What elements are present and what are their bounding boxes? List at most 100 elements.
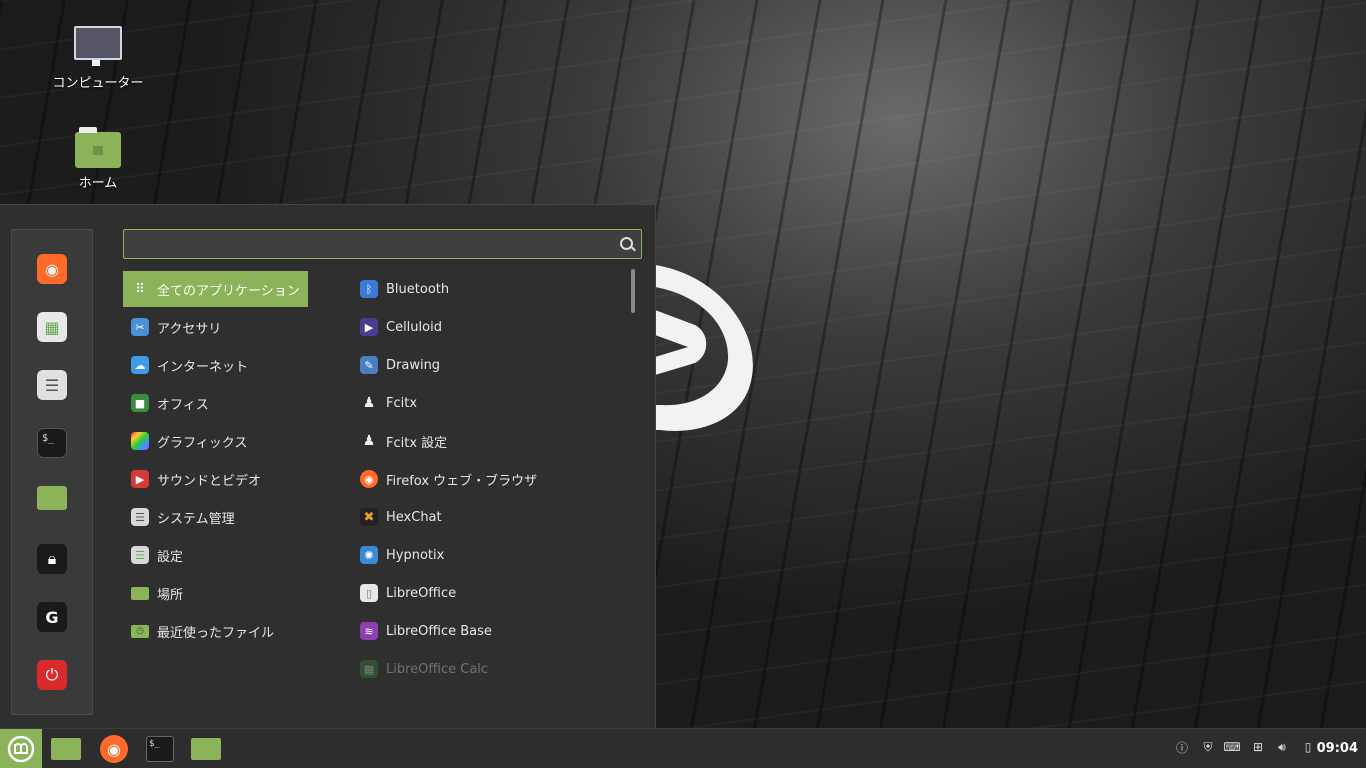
category-label: 全てのアプリケーション [157, 283, 300, 299]
app-label: Fcitx 設定 [386, 435, 448, 451]
shutdown-button[interactable]: ⏻ [37, 660, 67, 690]
app-celluloid[interactable]: ▶ Celluloid [352, 309, 622, 345]
favorite-terminal[interactable]: $_ [37, 428, 67, 458]
app-label: Drawing [386, 357, 441, 373]
category-preferences[interactable]: ☰ 設定 [123, 537, 308, 573]
terminal-icon: $_ [42, 433, 55, 444]
app-libreoffice[interactable]: ▯ LibreOffice [352, 575, 622, 611]
category-label: サウンドとビデオ [157, 473, 262, 489]
taskbar-firefox-launcher[interactable]: ◉ [98, 733, 130, 765]
favorite-files[interactable] [37, 486, 67, 510]
app-drawing[interactable]: ✎ Drawing [352, 347, 622, 383]
folder-icon [191, 738, 221, 760]
taskbar-files-window[interactable] [190, 733, 222, 765]
toggle-icon: ☰ [131, 508, 149, 526]
logout-button[interactable]: G [37, 602, 67, 632]
app-fcitx-settings[interactable]: ♟ Fcitx 設定 [352, 423, 622, 459]
notifications-tray[interactable]: ⓘ [1174, 739, 1190, 755]
app-label: HexChat [386, 509, 442, 525]
app-label: Bluetooth [386, 281, 450, 297]
penguin-icon: ♟ [362, 395, 376, 411]
category-label: 最近使ったファイル [157, 625, 275, 641]
app-label: Firefox ウェブ・ブラウザ [386, 473, 538, 489]
category-label: グラフィックス [157, 435, 248, 451]
hypnotix-icon: ✺ [360, 546, 378, 564]
category-label: インターネット [157, 359, 249, 375]
category-label: アクセサリ [157, 321, 222, 337]
app-hexchat[interactable]: ✖ HexChat [352, 499, 622, 535]
category-label: 場所 [157, 587, 184, 603]
mint-logo-icon [7, 735, 35, 763]
taskbar-files-launcher[interactable] [50, 733, 82, 765]
app-list-scrollbar[interactable] [631, 269, 635, 313]
menu-button[interactable] [0, 729, 42, 768]
database-icon: ≋ [360, 622, 378, 640]
pencil-icon: ✎ [360, 356, 378, 374]
app-label: Celluloid [386, 319, 442, 335]
category-administration[interactable]: ☰ システム管理 [123, 499, 308, 535]
desktop-icon-label: ホーム [78, 176, 118, 191]
spreadsheet-icon: ▦ [360, 660, 378, 678]
app-fcitx[interactable]: ♟ Fcitx [352, 385, 622, 421]
keyboard-tray[interactable]: ⌨ [1223, 739, 1241, 755]
settings-toggle-icon: ☰ [131, 546, 149, 564]
favorite-firefox[interactable]: ◉ [37, 254, 67, 284]
battery-tray[interactable]: ▯ [1300, 739, 1316, 755]
logout-icon: G [45, 607, 59, 627]
favorite-software-manager[interactable]: ▦ [37, 312, 67, 342]
category-sound-video[interactable]: ▶ サウンドとビデオ [123, 461, 308, 497]
battery-icon: ▯ [1304, 740, 1312, 754]
desktop-icon-home[interactable]: ホーム [48, 127, 148, 191]
search-input[interactable] [132, 234, 616, 256]
category-graphics[interactable]: グラフィックス [123, 423, 308, 459]
firefox-icon: ◉ [100, 735, 128, 763]
app-firefox[interactable]: ◉ Firefox ウェブ・ブラウザ [352, 461, 622, 497]
favorite-settings[interactable]: ☰ [37, 370, 67, 400]
volume-tray[interactable]: 🔊︎ [1274, 739, 1290, 755]
app-label: LibreOffice [386, 585, 457, 601]
keyboard-icon: ⌨ [1223, 740, 1241, 754]
grid-icon: ⠿ [135, 281, 145, 297]
app-libreoffice-base[interactable]: ≋ LibreOffice Base [352, 613, 622, 649]
lock-icon: 🔒︎ [47, 549, 57, 568]
app-bluetooth[interactable]: ᛒ Bluetooth [352, 271, 622, 307]
taskbar: ◉ $_ ⓘ ⛨ ⌨ ⊞ 🔊︎ ▯ 09:04 [0, 728, 1366, 768]
app-label: LibreOffice Calc [386, 661, 489, 677]
desktop-icon-computer[interactable]: コンピューター [48, 26, 148, 91]
category-recent-files[interactable]: ◷ 最近使ったファイル [123, 613, 308, 649]
app-label: Fcitx [386, 395, 418, 411]
search-box[interactable] [123, 229, 642, 259]
document-icon: ▯ [360, 584, 378, 602]
search-icon [620, 237, 633, 250]
category-office[interactable]: ■ オフィス [123, 385, 308, 421]
computer-icon [74, 26, 122, 66]
play-icon: ▶ [131, 470, 149, 488]
category-accessories[interactable]: ✂ アクセサリ [123, 309, 308, 345]
color-palette-icon [131, 432, 149, 450]
bluetooth-icon: ᛒ [360, 280, 378, 298]
office-icon: ■ [131, 394, 149, 412]
app-libreoffice-calc[interactable]: ▦ LibreOffice Calc [352, 651, 622, 687]
firefox-icon: ◉ [45, 259, 59, 279]
category-all-applications[interactable]: ⠿ 全てのアプリケーション [123, 271, 308, 307]
clock[interactable]: 09:04 [1317, 741, 1358, 756]
folder-icon [131, 586, 149, 600]
application-menu: ◉ ▦ ☰ $_ 🔒︎ G ⏻ ⠿ 全てのアプリケーション ✂ アクセサリ ☁ … [0, 204, 656, 729]
cloud-icon: ☁ [131, 356, 149, 374]
terminal-icon: $_ [146, 736, 174, 762]
category-places[interactable]: 場所 [123, 575, 308, 611]
play-icon: ▶ [360, 318, 378, 336]
penguin-icon: ♟ [362, 433, 376, 449]
firefox-icon: ◉ [360, 470, 378, 488]
network-tray[interactable]: ⊞ [1250, 739, 1266, 755]
taskbar-terminal-launcher[interactable]: $_ [144, 733, 176, 765]
folder-icon [51, 738, 81, 760]
app-hypnotix[interactable]: ✺ Hypnotix [352, 537, 622, 573]
category-internet[interactable]: ☁ インターネット [123, 347, 308, 383]
hexchat-icon: ✖ [360, 508, 378, 526]
settings-icon: ☰ [44, 375, 60, 395]
clipboard-alert-icon: ⓘ [1175, 740, 1188, 755]
lock-screen-button[interactable]: 🔒︎ [37, 544, 67, 574]
update-manager-tray[interactable]: ⛨ [1200, 739, 1216, 755]
category-label: システム管理 [157, 511, 235, 527]
